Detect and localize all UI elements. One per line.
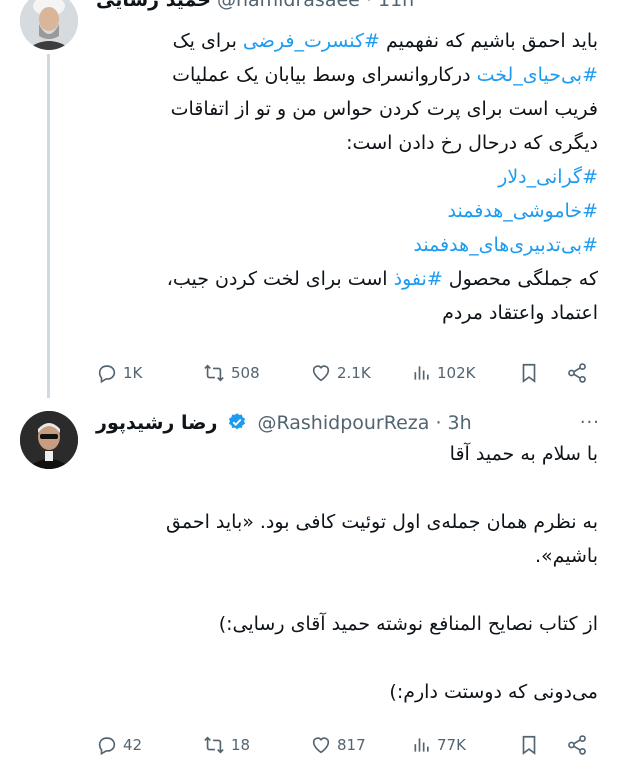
reply-count: 42 xyxy=(123,736,143,754)
text-line: که جملگی محصول #نفوذ است برای لخت کردن ج… xyxy=(96,262,598,296)
views-count: 102K xyxy=(437,364,476,382)
text-segment: برای یک xyxy=(172,30,243,52)
like-icon xyxy=(312,737,330,754)
text-line: باید احمق باشیم که نفهمیم #کنسرت_فرضی بر… xyxy=(96,24,598,58)
reply-button[interactable]: 1K xyxy=(96,359,142,387)
text-line: اعتماد واعتقاد مردم xyxy=(96,296,598,330)
text-segment: با سلام به حمید آقا xyxy=(449,443,598,465)
views-count: 77K xyxy=(437,736,466,754)
action-bar: 42 18 817 77K xyxy=(96,731,596,759)
text-segment: فریب است برای پرت کردن حواس من و تو از ا… xyxy=(170,98,598,120)
reply-icon xyxy=(98,365,116,384)
hashtag-link[interactable]: #بی‌تدبیری‌های_هدفمند xyxy=(413,234,598,256)
hashtag-link[interactable]: #نفوذ xyxy=(394,268,443,290)
verified-icon xyxy=(229,413,246,430)
share-button[interactable] xyxy=(566,359,588,387)
hashtag-link[interactable]: #بی‌حیای_لخت xyxy=(477,64,598,86)
share-icon xyxy=(568,363,586,383)
retweet-count: 18 xyxy=(231,736,251,754)
handle[interactable]: @hamidrasaee xyxy=(217,0,360,11)
tweet-original[interactable]: حمید رسایی @hamidrasaee · 11h باید احمق … xyxy=(0,0,620,398)
text-line: فریب است برای پرت کردن حواس من و تو از ا… xyxy=(96,92,598,126)
text-segment: به نظرم همان جمله‌ی اول توئیت کافی بود. … xyxy=(166,511,598,533)
tweet-reply[interactable]: رضا رشیدپور @RashidpourReza · 3h ··· با … xyxy=(0,395,620,756)
like-count: 817 xyxy=(337,736,366,754)
views-icon xyxy=(414,738,429,752)
views-button[interactable]: 102K xyxy=(412,359,475,387)
text-segment: که جملگی محصول xyxy=(442,268,598,290)
avatar[interactable] xyxy=(20,411,78,469)
thread-connector xyxy=(47,54,50,398)
more-icon[interactable]: ··· xyxy=(580,412,600,433)
display-name[interactable]: رضا رشیدپور xyxy=(96,412,217,434)
text-line: #بی‌تدبیری‌های_هدفمند xyxy=(96,228,598,262)
text-segment: است برای لخت کردن جیب، xyxy=(166,268,394,290)
text-segment: دیگری که درحال رخ دادن است: xyxy=(346,132,598,154)
text-line: باشیم». xyxy=(96,539,598,573)
text-segment: باید احمق باشیم که نفهمیم xyxy=(379,30,598,52)
text-segment: اعتماد واعتقاد مردم xyxy=(442,302,598,324)
text-line: به نظرم همان جمله‌ی اول توئیت کافی بود. … xyxy=(96,505,598,539)
retweet-count: 508 xyxy=(231,364,260,382)
bookmark-button[interactable] xyxy=(518,359,540,387)
dot-separator: · xyxy=(435,412,442,434)
text-segment: از کتاب نصایح المنافع نوشته حمید آقای رس… xyxy=(218,613,598,635)
retweet-button[interactable]: 508 xyxy=(202,359,260,387)
bookmark-icon xyxy=(522,363,536,383)
text-line: #بی‌حیای_لخت درکاروانسرای وسط بیابان یک … xyxy=(96,58,598,92)
tweet-text: با سلام به حمید آقا به نظرم همان جمله‌ی ا… xyxy=(96,437,598,709)
like-count: 2.1K xyxy=(337,364,371,382)
text-segment: درکاروانسرای وسط بیابان یک عملیات xyxy=(172,64,477,86)
like-button[interactable]: 817 xyxy=(310,731,366,759)
views-button[interactable]: 77K xyxy=(412,731,466,759)
text-line: #گرانی_دلار xyxy=(96,160,598,194)
avatar[interactable] xyxy=(20,0,78,50)
text-line: می‌دونی که دوستت دارم:) xyxy=(96,675,598,709)
views-icon xyxy=(414,366,429,380)
text-segment: می‌دونی که دوستت دارم:) xyxy=(389,681,598,703)
action-bar: 1K 508 2.1K 102K xyxy=(96,359,596,387)
display-name[interactable]: حمید رسایی xyxy=(96,0,211,11)
dot-separator: · xyxy=(365,0,372,11)
share-icon xyxy=(568,735,586,755)
text-line: با سلام به حمید آقا xyxy=(96,437,598,471)
text-line: از کتاب نصایح المنافع نوشته حمید آقای رس… xyxy=(96,607,598,641)
text-line: #خاموشی_هدفمند xyxy=(96,194,598,228)
share-button[interactable] xyxy=(566,731,588,759)
text-line: دیگری که درحال رخ دادن است: xyxy=(96,126,598,160)
retweet-icon xyxy=(204,736,224,754)
tweet-header: رضا رشیدپور @RashidpourReza · 3h ··· xyxy=(96,412,600,438)
reply-button[interactable]: 42 xyxy=(96,731,142,759)
reply-count: 1K xyxy=(123,364,143,382)
retweet-icon xyxy=(204,364,224,382)
like-button[interactable]: 2.1K xyxy=(310,359,371,387)
handle[interactable]: @RashidpourReza xyxy=(257,412,429,434)
hashtag-link[interactable]: #گرانی_دلار xyxy=(498,166,598,188)
hashtag-link[interactable]: #خاموشی_هدفمند xyxy=(448,200,598,222)
reply-icon xyxy=(98,737,116,756)
timestamp[interactable]: 3h xyxy=(448,412,472,434)
bookmark-button[interactable] xyxy=(518,731,540,759)
timestamp[interactable]: 11h xyxy=(378,0,414,11)
like-icon xyxy=(312,365,330,382)
text-segment: باشیم». xyxy=(534,545,598,567)
tweet-text: باید احمق باشیم که نفهمیم #کنسرت_فرضی بر… xyxy=(96,24,598,330)
retweet-button[interactable]: 18 xyxy=(202,731,250,759)
hashtag-link[interactable]: #کنسرت_فرضی xyxy=(243,30,380,52)
bookmark-icon xyxy=(522,735,536,755)
tweet-header: حمید رسایی @hamidrasaee · 11h xyxy=(96,0,600,15)
